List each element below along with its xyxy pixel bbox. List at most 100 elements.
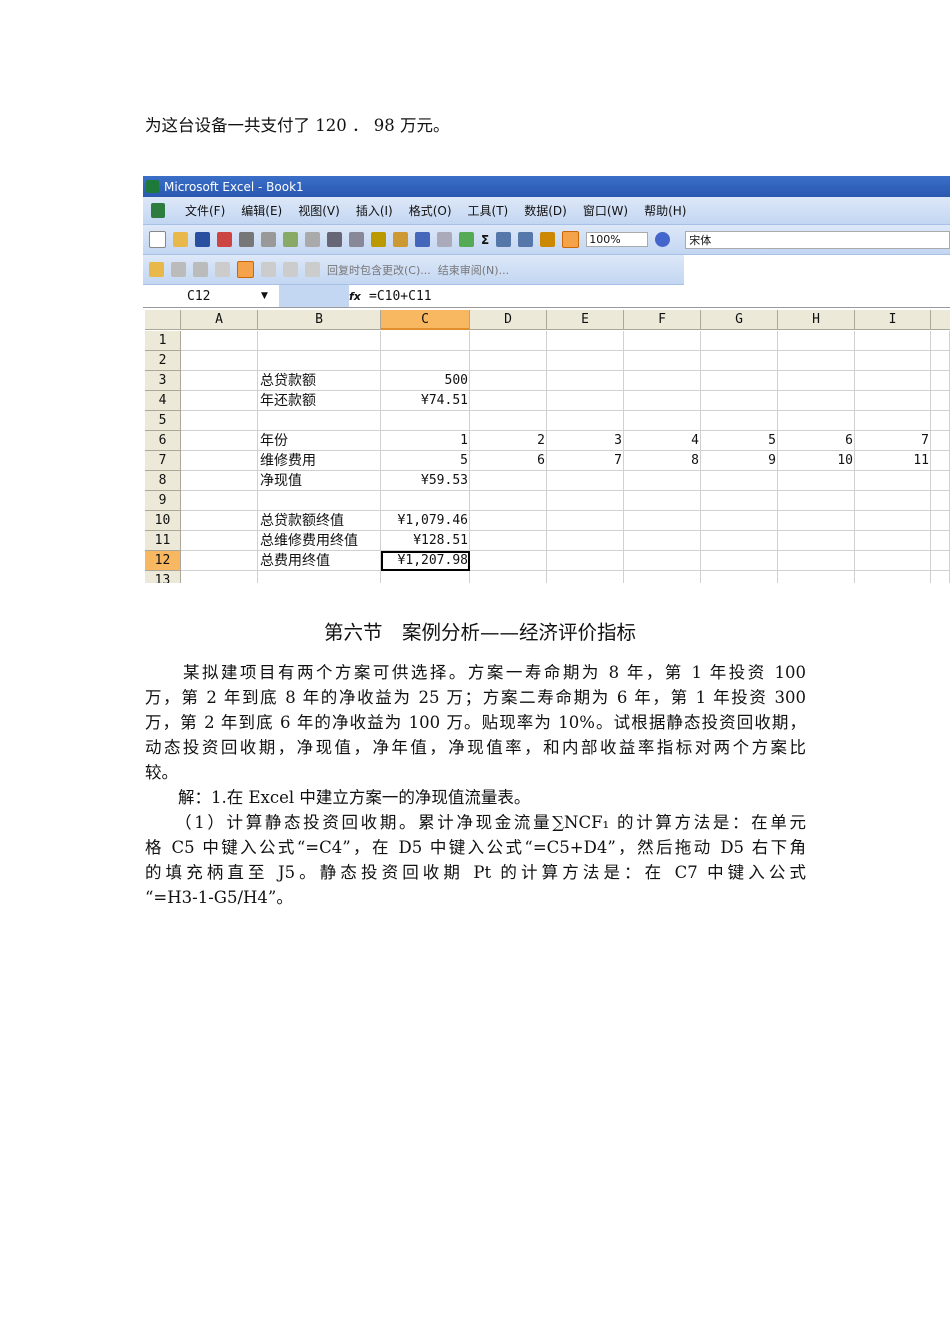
menu-item[interactable]: 编辑(E) xyxy=(241,204,282,218)
menu-item[interactable]: 插入(I) xyxy=(356,204,393,218)
cell-c6[interactable]: 1 xyxy=(381,431,470,451)
cell[interactable] xyxy=(855,411,931,431)
column-header-c[interactable]: C xyxy=(381,310,470,330)
row-header-5[interactable]: 5 xyxy=(145,411,181,431)
column-header-h[interactable]: H xyxy=(778,310,855,330)
cell[interactable] xyxy=(381,411,470,431)
cell[interactable] xyxy=(624,551,701,571)
row-header-1[interactable]: 1 xyxy=(145,331,181,351)
cell[interactable] xyxy=(778,531,855,551)
cell-b3[interactable]: 总贷款额 xyxy=(258,371,381,391)
cell-g6[interactable]: 5 xyxy=(701,431,778,451)
cell[interactable] xyxy=(624,471,701,491)
cell[interactable] xyxy=(547,491,624,511)
row-header-13[interactable]: 13 xyxy=(145,571,181,583)
menu-item[interactable]: 帮助(H) xyxy=(644,204,686,218)
next-comment-icon[interactable] xyxy=(193,262,208,277)
cell[interactable] xyxy=(470,331,547,351)
cell[interactable] xyxy=(181,551,258,571)
cell[interactable] xyxy=(624,511,701,531)
menu-item[interactable]: 格式(O) xyxy=(409,204,452,218)
research-icon[interactable] xyxy=(305,232,320,247)
cell-b10[interactable]: 总贷款额终值 xyxy=(258,511,381,531)
cell-c8[interactable]: ¥59.53 xyxy=(381,471,470,491)
cell[interactable] xyxy=(855,371,931,391)
paste-icon[interactable] xyxy=(371,232,386,247)
zoom-select[interactable]: 100% xyxy=(586,232,649,247)
column-header-f[interactable]: F xyxy=(624,310,701,330)
cell[interactable] xyxy=(258,411,381,431)
row-header-8[interactable]: 8 xyxy=(145,471,181,491)
cell[interactable] xyxy=(470,571,547,583)
menu-item[interactable]: 窗口(W) xyxy=(583,204,628,218)
hyperlink-icon[interactable] xyxy=(459,232,474,247)
column-header-g[interactable]: G xyxy=(701,310,778,330)
cell-b4[interactable]: 年还款额 xyxy=(258,391,381,411)
cell[interactable] xyxy=(778,391,855,411)
cell-i7[interactable]: 11 xyxy=(855,451,931,471)
cell[interactable] xyxy=(855,551,931,571)
cell[interactable] xyxy=(701,371,778,391)
cell[interactable] xyxy=(547,471,624,491)
cut-icon[interactable] xyxy=(327,232,342,247)
cell[interactable] xyxy=(701,391,778,411)
menu-item[interactable]: 数据(D) xyxy=(524,204,567,218)
cell[interactable] xyxy=(778,471,855,491)
menu-item[interactable]: 工具(T) xyxy=(468,204,509,218)
cell[interactable] xyxy=(381,491,470,511)
cell[interactable] xyxy=(701,551,778,571)
copy-icon[interactable] xyxy=(349,232,364,247)
cell[interactable] xyxy=(547,331,624,351)
fx-icon[interactable]: fx xyxy=(349,290,369,303)
cell[interactable] xyxy=(547,551,624,571)
column-header-i[interactable]: I xyxy=(855,310,931,330)
cell[interactable] xyxy=(778,351,855,371)
font-select[interactable]: 宋体 xyxy=(685,230,950,249)
cell[interactable] xyxy=(470,511,547,531)
cell[interactable] xyxy=(931,411,950,431)
autosum-icon[interactable]: Σ xyxy=(481,233,489,247)
cell-c3[interactable]: 500 xyxy=(381,371,470,391)
permission-icon[interactable] xyxy=(217,232,232,247)
column-header-j[interactable] xyxy=(931,310,950,330)
menu-item[interactable]: 文件(F) xyxy=(185,204,225,218)
column-header-a[interactable]: A xyxy=(181,310,258,330)
cell[interactable] xyxy=(778,491,855,511)
cell[interactable] xyxy=(778,511,855,531)
sort-descending-icon[interactable] xyxy=(518,232,534,247)
cell[interactable] xyxy=(258,491,381,511)
cell[interactable] xyxy=(701,531,778,551)
cell[interactable] xyxy=(381,331,470,351)
cell-f6[interactable]: 4 xyxy=(624,431,701,451)
cell-c4[interactable]: ¥74.51 xyxy=(381,391,470,411)
cell[interactable] xyxy=(470,391,547,411)
drawing-icon[interactable] xyxy=(562,231,580,248)
cell[interactable] xyxy=(470,531,547,551)
chart-wizard-icon[interactable] xyxy=(540,232,556,247)
delete-comment-icon[interactable] xyxy=(261,262,276,277)
cell[interactable] xyxy=(701,411,778,431)
cell[interactable] xyxy=(547,351,624,371)
cell-b6[interactable]: 年份 xyxy=(258,431,381,451)
cell[interactable] xyxy=(931,431,950,451)
cell[interactable] xyxy=(470,351,547,371)
new-icon[interactable] xyxy=(149,231,166,248)
row-header-4[interactable]: 4 xyxy=(145,391,181,411)
row-header-3[interactable]: 3 xyxy=(145,371,181,391)
name-box[interactable]: C12 xyxy=(143,289,261,304)
cell[interactable] xyxy=(778,571,855,583)
cell[interactable] xyxy=(547,391,624,411)
cell[interactable] xyxy=(855,351,931,371)
cell[interactable] xyxy=(181,391,258,411)
column-header-b[interactable]: B xyxy=(258,310,381,330)
end-review-button[interactable]: 结束审阅(N)... xyxy=(438,262,509,278)
cell[interactable] xyxy=(470,491,547,511)
cell[interactable] xyxy=(181,491,258,511)
cell-e6[interactable]: 3 xyxy=(547,431,624,451)
new-comment-icon[interactable] xyxy=(149,262,164,277)
spelling-icon[interactable] xyxy=(283,232,298,247)
reply-with-changes-button[interactable]: 回复时包含更改(C)... xyxy=(327,262,431,278)
cell[interactable] xyxy=(931,511,950,531)
name-box-dropdown-icon[interactable]: ▼ xyxy=(261,291,279,301)
cell[interactable] xyxy=(931,571,950,583)
